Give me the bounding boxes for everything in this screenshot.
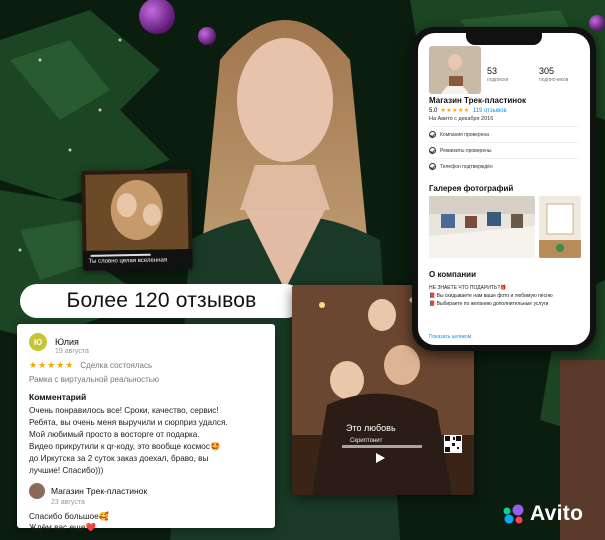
seller-reply: Магазин Трек-пластинок 23 августа Спасиб… [29, 483, 263, 533]
qr-code-icon [444, 435, 462, 453]
rating-value: 5.0 [429, 107, 438, 114]
verification-item: Телефон подтверждён [429, 158, 579, 174]
reviewed-product[interactable]: Рамка с виртуальной реальностью [29, 375, 263, 384]
review-card: Ю Юлия 19 августа ★★★★★ Сделка состоялас… [17, 324, 275, 532]
verification-item: Реквизиты проверены [429, 142, 579, 158]
shop-name: Магазин Трек-пластинок [429, 96, 526, 105]
phone-screen: 53 подписки 305 подписчиков Магазин Трек… [418, 33, 590, 345]
reply-date: 23 августа [51, 499, 85, 506]
rating-stars: ★★★★★ [29, 360, 75, 370]
avito-dots-icon [503, 504, 524, 524]
gallery-photo[interactable] [539, 196, 581, 258]
gallery-title: Галерея фотографий [429, 184, 514, 193]
member-since: На Авито с декабря 2016 [429, 116, 494, 122]
followers-stat[interactable]: 305 подписчиков [539, 46, 585, 94]
gallery-photo[interactable] [429, 196, 535, 258]
comment-title: Комментарий [29, 392, 87, 402]
reply-text: Спасибо большое🥰 Ждём вас еще❤️ [29, 511, 110, 532]
shop-avatar-image [429, 46, 481, 94]
rating-stars: ★★★★★ [440, 108, 470, 114]
deal-status: Сделка состоялась [80, 361, 153, 370]
photo-gallery [429, 196, 581, 258]
comment-text: Очень понравилось все! Сроки, качество, … [29, 406, 228, 475]
photo-plaque-small: Ты словно целая вселенная [81, 169, 193, 271]
seller-avatar [29, 483, 45, 499]
about-title: О компании [429, 270, 476, 279]
seller-name[interactable]: Магазин Трек-пластинок [51, 486, 147, 496]
about-text: НЕ ЗНАЕТЕ ЧТО ПОДАРИТЬ?🎁 📕 Вы скидываете… [429, 285, 553, 307]
shop-avatar[interactable] [429, 46, 481, 94]
subscriptions-stat[interactable]: 53 подписки [487, 46, 533, 94]
reviews-link[interactable]: 119 отзывов [473, 108, 507, 114]
show-more-link[interactable]: Показать целиком [429, 334, 471, 340]
check-circle-icon [429, 147, 436, 154]
check-circle-icon [429, 163, 436, 170]
review-date: 19 августа [55, 348, 89, 355]
verification-item: Компания проверена [429, 126, 579, 142]
check-circle-icon [429, 131, 436, 138]
reviews-count-badge: Более 120 отзывов [20, 284, 303, 318]
plaque-song-title: Это любовь [346, 423, 396, 433]
avito-wordmark: Avito [530, 502, 584, 525]
phone-notch [466, 33, 542, 45]
couple-photo-image [81, 169, 193, 271]
shop-rating[interactable]: 5.0 ★★★★★ 119 отзывов [429, 107, 507, 115]
reviewer-name[interactable]: Юлия [55, 337, 79, 347]
verification-list: Компания проверена Реквизиты проверены Т… [429, 126, 579, 174]
plaque-artist: Скриптонит [350, 438, 383, 444]
phone-mockup: 53 подписки 305 подписчиков Магазин Трек… [412, 27, 596, 351]
avito-logo: Avito [500, 502, 583, 526]
reviewer-avatar: Ю [29, 333, 47, 351]
